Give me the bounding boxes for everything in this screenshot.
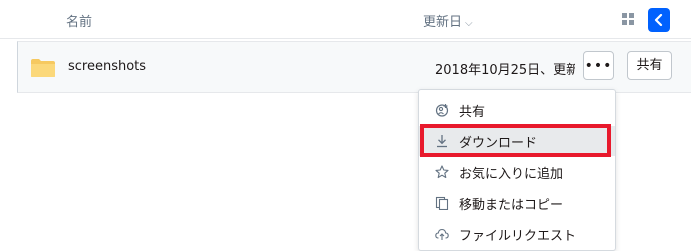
menu-item-label: ファイルリクエスト (459, 229, 577, 244)
menu-item-label: 移動またはコピー (459, 198, 564, 213)
context-menu: 共有 ダウンロード お気に入りに追加 移動またはコピー ファイルリクエスト (418, 89, 616, 251)
menu-item-share[interactable]: 共有 (419, 95, 615, 125)
more-options-button[interactable]: ••• (583, 51, 614, 80)
chevron-left-icon (654, 14, 663, 26)
column-header-modified[interactable]: 更新日 ⌵ (423, 11, 473, 30)
column-header-name[interactable]: 名前 (66, 11, 92, 30)
menu-item-file-request[interactable]: ファイルリクエスト (419, 219, 615, 249)
column-header-modified-label: 更新日 (423, 15, 463, 30)
menu-item-favorite[interactable]: お気に入りに追加 (419, 157, 615, 187)
share-person-icon (435, 104, 449, 117)
chevron-down-icon: ⌵ (465, 18, 473, 29)
menu-item-label: 共有 (459, 105, 486, 120)
cloud-upload-icon (435, 228, 449, 240)
star-icon (435, 165, 449, 179)
folder-icon (31, 59, 55, 77)
share-button[interactable]: 共有 (627, 51, 672, 80)
file-name[interactable]: screenshots (68, 59, 146, 74)
list-header: 名前 更新日 ⌵ (0, 0, 691, 39)
menu-item-label: お気に入りに追加 (459, 167, 564, 182)
annotation-highlight (420, 124, 611, 157)
menu-item-move-copy[interactable]: 移動またはコピー (419, 188, 615, 218)
file-row[interactable]: screenshots 2018年10月25日、更新 ••• 共有 (17, 41, 691, 93)
collapse-panel-button[interactable] (648, 8, 670, 32)
more-icon: ••• (584, 58, 613, 74)
copy-icon (435, 196, 449, 210)
grid-view-icon[interactable] (622, 13, 635, 26)
file-modified: 2018年10月25日、更新 (435, 63, 575, 78)
